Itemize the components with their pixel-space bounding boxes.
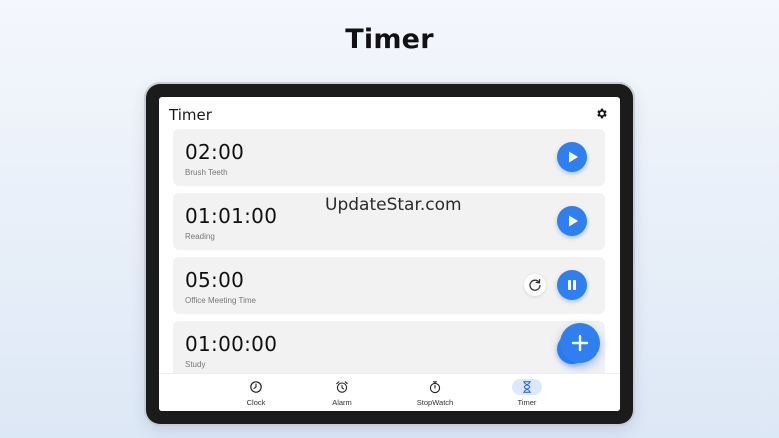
timer-label: Study bbox=[185, 360, 206, 369]
pause-icon bbox=[568, 280, 576, 290]
hourglass-icon bbox=[523, 381, 531, 393]
stopwatch-icon bbox=[429, 381, 441, 394]
timer-time: 01:01:00 bbox=[185, 204, 278, 228]
nav-item-timer[interactable]: Timer bbox=[497, 378, 557, 410]
app-screen: Timer 02:00 Brush Teeth 01:01:00 Reading bbox=[159, 97, 620, 411]
timer-label: Office Meeting Time bbox=[185, 296, 256, 305]
nav-item-clock[interactable]: Clock bbox=[226, 378, 286, 410]
watermark: UpdateStar.com bbox=[325, 195, 462, 215]
gear-icon[interactable] bbox=[595, 107, 608, 120]
reset-button[interactable] bbox=[524, 274, 546, 296]
play-button[interactable] bbox=[557, 206, 587, 236]
timer-label: Brush Teeth bbox=[185, 168, 228, 177]
alarm-icon bbox=[336, 381, 348, 393]
top-app-bar: Timer bbox=[159, 97, 620, 129]
nav-label: StopWatch bbox=[416, 398, 454, 407]
active-indicator bbox=[512, 379, 542, 395]
headline: Timer bbox=[345, 24, 434, 55]
timer-time: 02:00 bbox=[185, 140, 245, 164]
app-title: Timer bbox=[169, 106, 212, 124]
plus-icon bbox=[571, 334, 589, 352]
nav-label: Timer bbox=[517, 398, 537, 407]
play-button[interactable] bbox=[557, 142, 587, 172]
play-icon bbox=[569, 215, 578, 227]
timer-time: 05:00 bbox=[185, 268, 245, 292]
timer-card[interactable]: 05:00 Office Meeting Time bbox=[173, 257, 605, 314]
nav-item-alarm[interactable]: Alarm bbox=[312, 378, 372, 410]
timer-card[interactable]: 01:00:00 Study bbox=[173, 321, 605, 378]
clock-icon bbox=[250, 381, 262, 393]
timer-label: Reading bbox=[185, 232, 215, 241]
pause-button[interactable] bbox=[557, 270, 587, 300]
nav-label: Alarm bbox=[332, 398, 352, 407]
add-timer-button[interactable] bbox=[560, 323, 600, 363]
tablet-frame: Timer 02:00 Brush Teeth 01:01:00 Reading bbox=[146, 84, 633, 424]
nav-item-stopwatch[interactable]: StopWatch bbox=[405, 378, 465, 410]
timer-card[interactable]: 02:00 Brush Teeth bbox=[173, 129, 605, 186]
nav-label: Clock bbox=[246, 398, 266, 407]
reset-icon bbox=[529, 278, 541, 291]
timer-time: 01:00:00 bbox=[185, 332, 278, 356]
play-icon bbox=[569, 151, 578, 163]
bottom-navigation: Clock Alarm StopWatch Timer bbox=[159, 373, 620, 411]
